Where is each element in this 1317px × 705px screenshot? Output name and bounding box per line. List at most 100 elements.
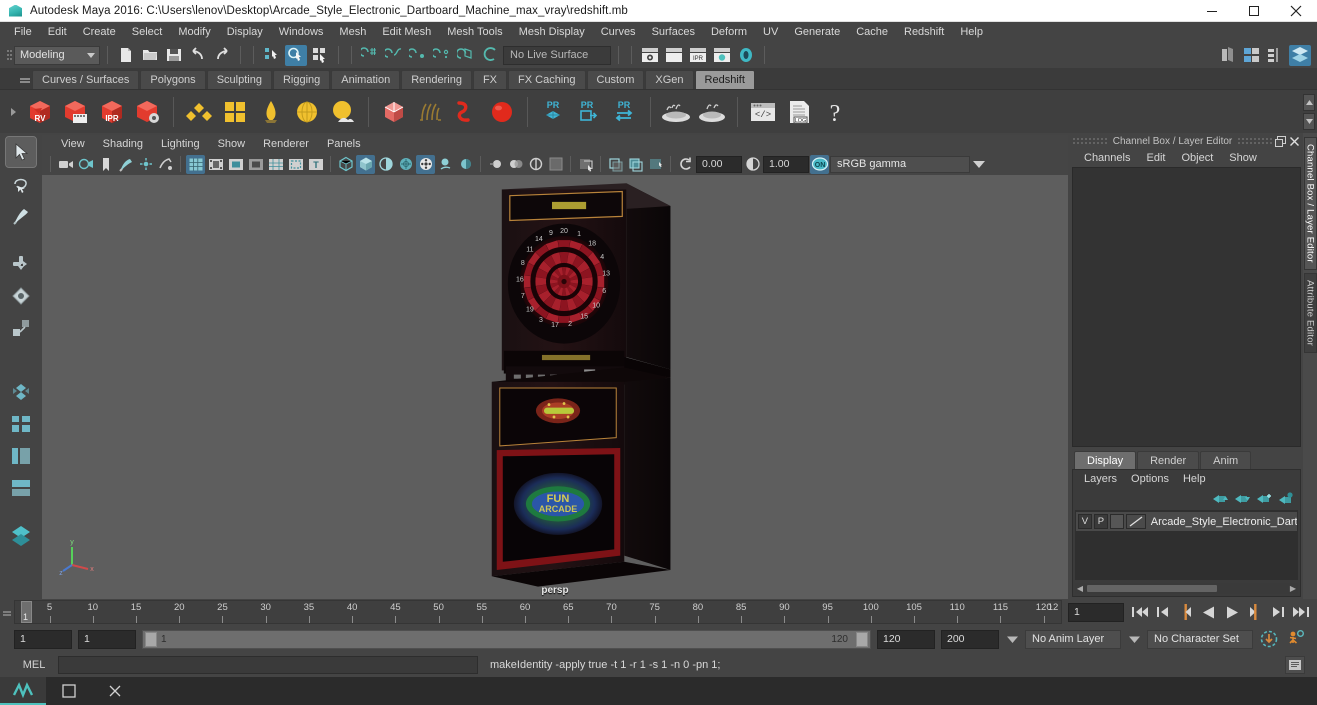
menu-cache[interactable]: Cache <box>848 22 896 42</box>
layer-visibility-toggle[interactable]: V <box>1078 514 1092 529</box>
exposure-reset-icon[interactable] <box>676 155 695 174</box>
snap-to-point-icon[interactable] <box>407 45 429 66</box>
wireframe-icon[interactable] <box>336 155 355 174</box>
character-set-chevron-down-icon[interactable] <box>1127 630 1141 649</box>
select-camera-icon[interactable] <box>56 155 75 174</box>
redshift-sphere-icon[interactable] <box>485 95 519 129</box>
ipr-render-icon[interactable]: IPR <box>687 45 709 66</box>
menu-windows[interactable]: Windows <box>271 22 332 42</box>
channel-box-icon[interactable] <box>1289 44 1311 66</box>
lasso-select-tool[interactable] <box>6 169 36 199</box>
layer-horizontal-scrollbar[interactable]: ◀ ▶ <box>1075 583 1298 594</box>
redshift-bake-icon[interactable] <box>659 95 693 129</box>
select-by-object-icon[interactable] <box>285 44 307 66</box>
isolate-select-icon[interactable] <box>546 155 565 174</box>
snap-to-projected-center-icon[interactable] <box>431 45 453 66</box>
hypershade-layout[interactable] <box>6 521 36 551</box>
panel-drag-grip[interactable] <box>1072 137 1108 145</box>
channel-menu-object[interactable]: Object <box>1173 149 1221 167</box>
anim-layer-selector[interactable]: No Anim Layer <box>1025 629 1121 649</box>
layer-display-type-toggle[interactable] <box>1109 514 1124 529</box>
hypershade-icon[interactable] <box>735 45 757 66</box>
layer-playback-toggle[interactable]: P <box>1093 514 1108 529</box>
script-editor-icon[interactable] <box>1285 656 1305 674</box>
shaded-wireframe-icon[interactable] <box>376 155 395 174</box>
channel-menu-show[interactable]: Show <box>1221 149 1265 167</box>
motion-blur-icon[interactable] <box>486 155 505 174</box>
redshift-proxy-icon[interactable] <box>377 95 411 129</box>
menu-redshift[interactable]: Redshift <box>896 22 952 42</box>
layer-color-swatch[interactable] <box>1125 514 1146 529</box>
rotate-tool[interactable] <box>6 281 36 311</box>
menu-generate[interactable]: Generate <box>786 22 848 42</box>
menu-edit-mesh[interactable]: Edit Mesh <box>374 22 439 42</box>
menu-curves[interactable]: Curves <box>593 22 644 42</box>
channel-menu-channels[interactable]: Channels <box>1076 149 1138 167</box>
shelf-tab-polygons[interactable]: Polygons <box>140 70 206 89</box>
shelf-scroll-buttons[interactable] <box>1303 94 1315 130</box>
make-live-icon[interactable] <box>479 45 501 66</box>
redshift-render-sequence-icon[interactable] <box>59 95 93 129</box>
viewport-menu-show[interactable]: Show <box>209 135 255 153</box>
safe-title-icon[interactable]: T <box>306 155 325 174</box>
scroll-left-icon[interactable]: ◀ <box>1075 584 1085 593</box>
shelf-tab-custom[interactable]: Custom <box>586 70 645 89</box>
redshift-script-icon[interactable]: </> <box>746 95 780 129</box>
menu-edit[interactable]: Edit <box>40 22 75 42</box>
redshift-log-icon[interactable]: LOG <box>782 95 816 129</box>
redshift-render-view-icon[interactable]: RV <box>23 95 57 129</box>
shelf-tab-animation[interactable]: Animation <box>331 70 401 89</box>
exposure-field[interactable]: 0.00 <box>696 155 742 173</box>
layer-list[interactable]: V P Arcade_Style_Electronic_Dart <box>1075 510 1298 580</box>
shelf-scroll-down-icon[interactable] <box>1303 113 1315 130</box>
color-management-selector[interactable]: sRGB gamma <box>830 155 970 173</box>
xray-active-components-icon[interactable] <box>626 155 645 174</box>
gamma-field[interactable]: 1.00 <box>763 155 809 173</box>
undock-icon[interactable] <box>1273 134 1287 148</box>
shelf-tab-curves-surfaces[interactable]: Curves / Surfaces <box>32 70 140 89</box>
shelf-scroll-up-icon[interactable] <box>1303 94 1315 111</box>
redshift-light-area-icon[interactable] <box>254 95 288 129</box>
animation-preferences-icon[interactable] <box>1285 629 1305 649</box>
gate-mask-icon[interactable] <box>246 155 265 174</box>
single-perspective-layout[interactable] <box>6 377 36 407</box>
channel-box-attribute-list[interactable] <box>1072 167 1301 447</box>
menu-create[interactable]: Create <box>75 22 124 42</box>
viewport-menu-view[interactable]: View <box>52 135 94 153</box>
vertical-tab-attribute-editor[interactable]: Attribute Editor <box>1303 272 1317 353</box>
viewport-menu-shading[interactable]: Shading <box>94 135 152 153</box>
snap-to-grid-icon[interactable] <box>359 45 381 66</box>
use-all-lights-icon[interactable] <box>416 154 435 174</box>
shelf-tab-fx-caching[interactable]: FX Caching <box>508 70 586 89</box>
vertical-tab-channel-box[interactable]: Channel Box / Layer Editor <box>1303 137 1317 270</box>
bookmark-icon[interactable] <box>96 155 115 174</box>
new-layer-from-selected-icon[interactable] <box>1279 491 1294 505</box>
menu-set-selector[interactable]: Modeling <box>14 45 100 65</box>
redshift-render-settings-icon[interactable] <box>131 95 165 129</box>
current-frame-field[interactable]: 1 <box>1068 602 1124 622</box>
scale-tool[interactable] <box>6 313 36 343</box>
go-to-start-icon[interactable] <box>1130 602 1150 622</box>
camera-attributes-icon[interactable] <box>76 155 95 174</box>
move-tool[interactable] <box>6 249 36 279</box>
persp-graph-layout[interactable] <box>6 473 36 503</box>
snap-to-curve-icon[interactable] <box>383 45 405 66</box>
render-view-icon[interactable] <box>639 45 661 66</box>
animation-start-time-field[interactable]: 1 <box>14 629 72 649</box>
viewport-3d-canvas[interactable]: 20 1 18 4 13 6 10 15 2 17 3 19 7 16 8 11 14 9 <box>42 175 1068 599</box>
close-icon[interactable] <box>1287 134 1301 148</box>
screen-space-ao-icon[interactable] <box>456 155 475 174</box>
redshift-ipr-icon[interactable]: IPR <box>95 95 129 129</box>
step-forward-frame-icon[interactable] <box>1245 602 1265 622</box>
play-forwards-icon[interactable] <box>1222 602 1242 622</box>
persp-outliner-layout[interactable] <box>6 441 36 471</box>
redshift-bake-all-icon[interactable] <box>695 95 729 129</box>
viewport-menu-renderer[interactable]: Renderer <box>254 135 318 153</box>
new-layer-icon[interactable] <box>1257 492 1272 505</box>
2d-pan-zoom-icon[interactable] <box>136 155 155 174</box>
open-scene-icon[interactable] <box>139 45 161 66</box>
select-tool[interactable] <box>5 136 37 168</box>
tab-anim[interactable]: Anim <box>1200 451 1252 469</box>
panel-drag-grip-right[interactable] <box>1237 137 1273 145</box>
scrollbar-thumb[interactable] <box>1087 585 1217 592</box>
